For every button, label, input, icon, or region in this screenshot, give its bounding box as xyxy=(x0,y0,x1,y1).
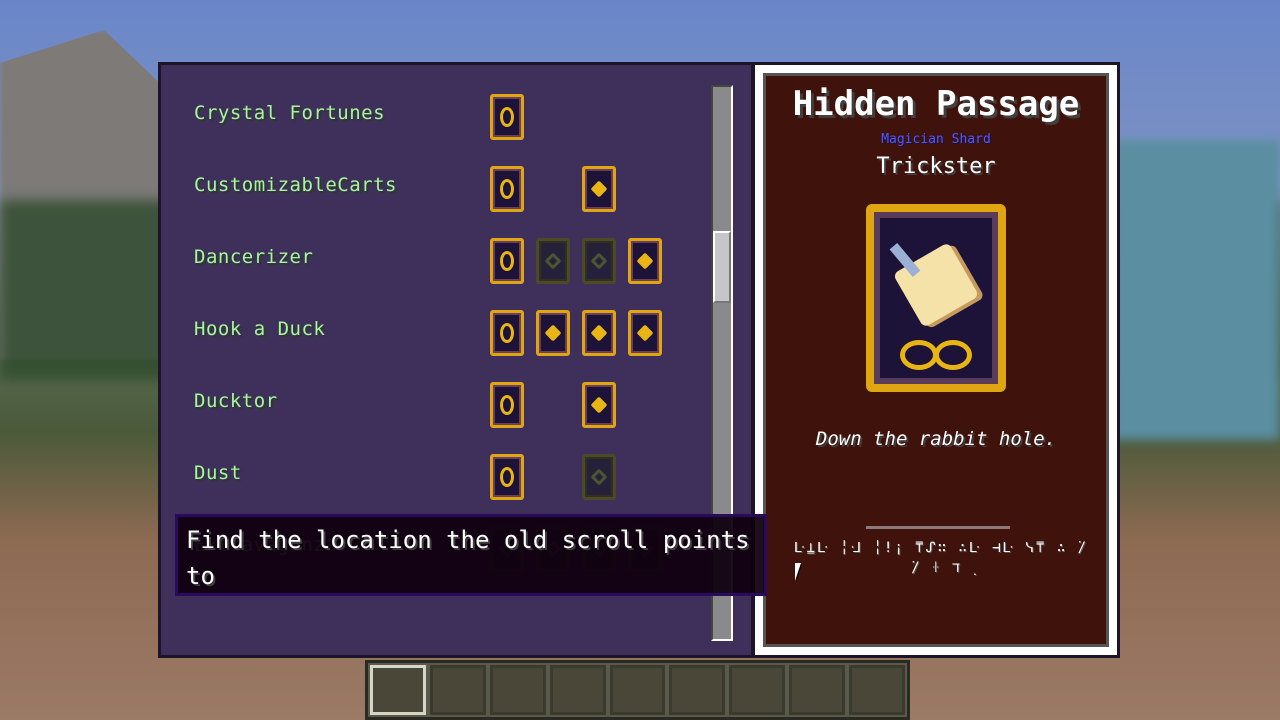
card-owned[interactable] xyxy=(490,238,524,284)
emblem-icon xyxy=(590,324,608,342)
card-owned[interactable] xyxy=(628,310,662,356)
collection-name[interactable]: CustomizableCarts xyxy=(194,174,397,196)
card-owned[interactable] xyxy=(490,166,524,212)
card-flavor-text: Down the rabbit hole. xyxy=(815,428,1057,450)
card-rarity: Trickster xyxy=(876,154,996,179)
hotbar-slot[interactable] xyxy=(609,665,666,715)
card-detail-panel: Hidden Passage Magician Shard Trickster … xyxy=(752,62,1120,658)
card-owned[interactable] xyxy=(490,310,524,356)
emblem-icon xyxy=(500,395,514,415)
collection-name[interactable]: Dust xyxy=(194,462,242,484)
lock-emblem-icon xyxy=(590,252,608,270)
emblem-icon xyxy=(590,396,608,414)
collection-name[interactable]: Crystal Fortunes xyxy=(194,102,385,124)
emblem-icon xyxy=(500,467,514,487)
card-owned[interactable] xyxy=(490,94,524,140)
collection-name[interactable]: Ducktor xyxy=(194,390,278,412)
card-locked[interactable] xyxy=(536,238,570,284)
lock-emblem-icon xyxy=(590,468,608,486)
emblem-icon xyxy=(500,107,514,127)
emblem-icon xyxy=(636,324,654,342)
lock-emblem-icon xyxy=(544,252,562,270)
emblem-icon xyxy=(636,252,654,270)
card-owned[interactable] xyxy=(628,238,662,284)
emblem-icon xyxy=(500,179,514,199)
card-owned[interactable] xyxy=(582,166,616,212)
hotbar-slot[interactable] xyxy=(549,665,606,715)
card-locked[interactable] xyxy=(582,454,616,500)
card-owned[interactable] xyxy=(536,310,570,356)
scrollbar-thumb[interactable] xyxy=(713,231,731,303)
card-owned[interactable] xyxy=(582,382,616,428)
emblem-icon xyxy=(500,251,514,271)
collection-name[interactable]: Hook a Duck xyxy=(194,318,325,340)
emblem-icon xyxy=(590,180,608,198)
background-structure xyxy=(1110,140,1280,440)
card-category: Magician Shard xyxy=(881,132,991,147)
hotbar-slot[interactable] xyxy=(370,665,426,715)
divider xyxy=(866,526,1010,529)
card-owned[interactable] xyxy=(490,382,524,428)
card-owned[interactable] xyxy=(490,454,524,500)
infinity-icon xyxy=(900,340,974,370)
collection-name[interactable]: Dancerizer xyxy=(194,246,313,268)
hotbar-slot[interactable] xyxy=(789,665,846,715)
card-owned[interactable] xyxy=(582,310,616,356)
hotbar-slot[interactable] xyxy=(849,665,906,715)
hotbar-slot[interactable] xyxy=(429,665,486,715)
hotbar-slot[interactable] xyxy=(729,665,786,715)
card-locked[interactable] xyxy=(582,238,616,284)
mouse-cursor-icon xyxy=(795,563,801,581)
obfuscated-hint: ᒷ⍊ᒷ ╎ᒲ ╎!¡ ⍑ᔑ∷ ∴ᒷ ⊣ᒷ ᓭ⍑ ∴ ̇/ ̇/ ꖌ ℸ ̣ xyxy=(793,540,1089,576)
hotbar-slot[interactable] xyxy=(669,665,726,715)
card-artwork xyxy=(866,204,1006,392)
hotbar xyxy=(365,660,910,720)
hotbar-slot[interactable] xyxy=(489,665,546,715)
tooltip: Find the location the old scroll points … xyxy=(175,514,767,596)
card-title: Hidden Passage xyxy=(792,84,1080,124)
emblem-icon xyxy=(500,323,514,343)
emblem-icon xyxy=(544,324,562,342)
